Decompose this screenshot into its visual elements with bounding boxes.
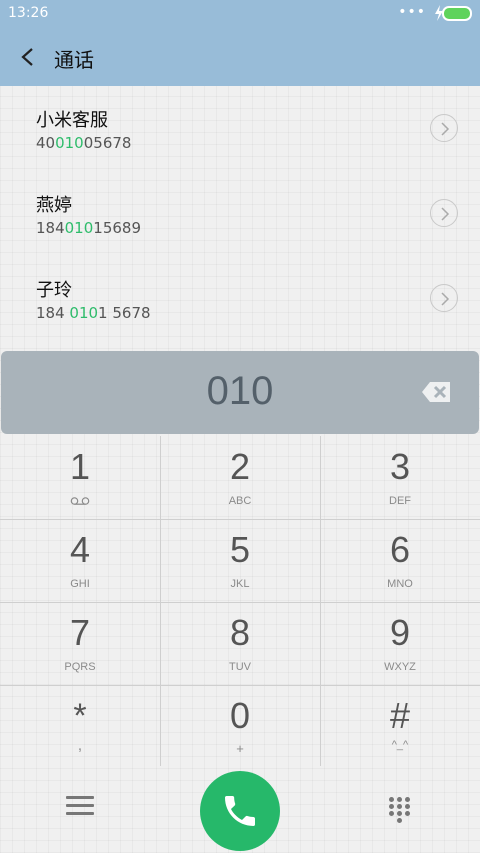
key-digit: *	[73, 697, 87, 735]
key-letters: PQRS	[64, 661, 96, 673]
key-digit: 6	[389, 529, 411, 570]
more-dots-icon: •••	[398, 4, 426, 20]
key-letters: ^_^	[391, 739, 409, 751]
key-letters: ABC	[228, 495, 252, 507]
chevron-right-icon	[441, 122, 450, 136]
key-digit: #	[389, 695, 411, 736]
dial-input-bar: 010	[1, 351, 479, 434]
back-arrow-icon[interactable]	[18, 46, 38, 68]
key-letters: ,	[77, 737, 83, 754]
bottom-action-bar	[0, 768, 480, 853]
number-suffix: 15689	[93, 219, 141, 237]
voicemail-icon	[70, 497, 90, 505]
key-letters: MNO	[387, 578, 413, 590]
key-9[interactable]: 9 WXYZ	[320, 602, 480, 685]
contact-detail-button[interactable]	[430, 284, 458, 312]
number-prefix: 40	[36, 134, 56, 152]
key-digit: 5	[229, 529, 251, 570]
number-match: 010	[69, 304, 99, 322]
call-button[interactable]	[200, 771, 280, 851]
key-6[interactable]: 6 MNO	[320, 519, 480, 602]
key-digit: 9	[389, 612, 411, 653]
contact-name: 燕婷	[36, 195, 72, 216]
contact-number: 4001005678	[36, 134, 131, 152]
keypad-divider	[0, 602, 480, 603]
contact-name: 小米客服	[36, 110, 108, 131]
contact-results: 小米客服 4001005678 燕婷 18401015689 子玲 184 01…	[0, 86, 480, 341]
key-star[interactable]: * ,	[0, 685, 160, 768]
contact-detail-button[interactable]	[430, 114, 458, 142]
keypad-divider	[160, 436, 161, 766]
key-digit: 1	[69, 446, 91, 487]
chevron-right-icon	[441, 207, 450, 221]
key-letters: GHI	[70, 578, 90, 590]
key-0[interactable]: 0 +	[160, 685, 320, 768]
contact-number: 18401015689	[36, 219, 141, 237]
key-digit: 2	[229, 446, 251, 487]
key-letters: JKL	[230, 578, 250, 590]
contact-number: 184 0101 5678	[36, 304, 151, 322]
key-digit: 3	[389, 446, 411, 487]
number-match: 010	[64, 219, 94, 237]
key-3[interactable]: 3 DEF	[320, 436, 480, 519]
number-suffix: 05678	[83, 134, 132, 152]
contact-row[interactable]: 燕婷 18401015689	[0, 171, 480, 256]
number-prefix: 184	[36, 219, 65, 237]
status-bar: 13:26 •••	[0, 0, 480, 28]
phone-icon	[225, 796, 255, 826]
number-prefix: 184	[36, 304, 70, 322]
key-digit: 7	[69, 612, 91, 653]
top-bar: 通话	[0, 28, 480, 86]
number-match: 010	[55, 134, 84, 152]
key-1[interactable]: 1	[0, 436, 160, 519]
key-digit: 0	[229, 695, 251, 736]
keypad-divider	[0, 685, 480, 686]
key-8[interactable]: 8 TUV	[160, 602, 320, 685]
contact-detail-button[interactable]	[430, 199, 458, 227]
contact-name: 子玲	[36, 280, 72, 301]
chevron-right-icon	[441, 292, 450, 306]
key-2[interactable]: 2 ABC	[160, 436, 320, 519]
key-letters: +	[236, 741, 244, 756]
contact-row[interactable]: 小米客服 4001005678	[0, 86, 480, 171]
key-digit: 4	[69, 529, 91, 570]
key-7[interactable]: 7 PQRS	[0, 602, 160, 685]
keypad-divider	[320, 436, 321, 766]
menu-icon[interactable]	[66, 796, 94, 820]
dialpad-toggle-icon[interactable]	[388, 796, 412, 824]
keypad-divider	[0, 519, 480, 520]
number-suffix: 1 5678	[98, 304, 151, 322]
status-time: 13:26	[8, 5, 49, 21]
key-letters: TUV	[229, 661, 251, 673]
page-title: 通话	[54, 48, 94, 72]
key-letters: DEF	[389, 495, 411, 507]
contact-row[interactable]: 子玲 184 0101 5678	[0, 256, 480, 341]
backspace-icon[interactable]	[421, 381, 451, 403]
dialed-number: 010	[206, 369, 274, 413]
key-digit: 8	[229, 612, 251, 653]
key-4[interactable]: 4 GHI	[0, 519, 160, 602]
battery-icon	[442, 6, 472, 21]
key-hash[interactable]: # ^_^	[320, 685, 480, 768]
key-5[interactable]: 5 JKL	[160, 519, 320, 602]
key-letters: WXYZ	[384, 661, 416, 673]
